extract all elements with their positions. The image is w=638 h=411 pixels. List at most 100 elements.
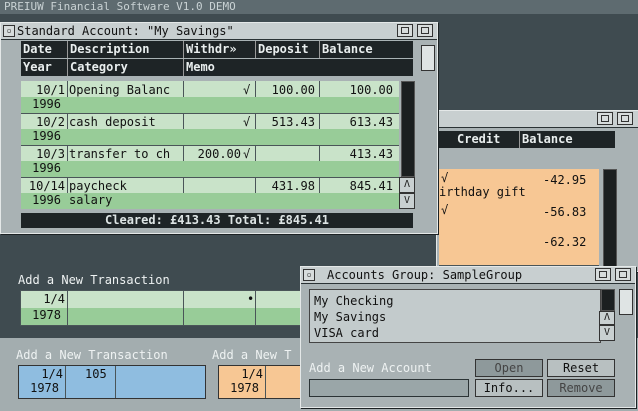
column-header-row-2: Year Category Memo — [21, 59, 413, 76]
column-category: Category — [67, 59, 186, 76]
accounts-group-window[interactable]: ▫ Accounts Group: SampleGroup My Checkin… — [300, 266, 636, 408]
new-number[interactable]: 105 — [85, 367, 107, 381]
info-button[interactable]: Info... — [475, 379, 543, 397]
zoom-gadget-icon[interactable] — [397, 24, 413, 37]
zoom-gadget-icon[interactable] — [597, 112, 613, 125]
row-balance: 845.41 — [349, 179, 393, 193]
table-row[interactable]: 10/3 1996 transfer to ch 200.00 √ 413.43 — [21, 145, 399, 178]
column-description: Description — [67, 41, 186, 58]
depth-gadget-icon[interactable] — [617, 112, 633, 125]
row-description: Opening Balanc — [69, 83, 171, 97]
list-item[interactable]: VISA card — [314, 326, 379, 340]
depth-gadget-icon[interactable] — [615, 268, 631, 281]
account-list[interactable]: My Checking My Savings VISA card — [309, 289, 601, 343]
new-transaction-row[interactable]: 1/4 1978 105 — [18, 365, 206, 399]
column-balance: Balance — [519, 131, 612, 148]
column-deposit: Deposit — [255, 41, 322, 58]
row-balance: 413.43 — [349, 147, 393, 161]
row-date: 10/1 — [36, 83, 65, 97]
new-transaction-label: Add a New T — [212, 348, 292, 362]
column-memo: Memo — [183, 59, 386, 76]
side-gadget-icon[interactable] — [421, 45, 435, 71]
scroll-down-arrow-icon[interactable]: V — [599, 325, 615, 341]
column-withdrawal[interactable]: Withdr» — [183, 41, 256, 58]
new-transaction-label: Add a New Transaction — [16, 348, 168, 362]
column-credit: Credit — [457, 132, 501, 146]
new-year[interactable]: 1978 — [19, 381, 59, 395]
row-deposit: 100.00 — [271, 83, 315, 97]
row-check[interactable]: √ — [243, 83, 250, 97]
new-year[interactable]: 1978 — [21, 308, 61, 322]
window-title: Accounts Group: SampleGroup — [327, 268, 523, 282]
account-window[interactable]: ▫ Standard Account: "My Savings" Date De… — [0, 22, 438, 234]
credit-header: Credit Balance — [439, 131, 615, 148]
list-item[interactable]: √ irthday gift -42.95 — [439, 169, 599, 202]
close-icon[interactable]: ▫ — [303, 269, 315, 281]
list-item[interactable]: √ -56.83 — [439, 201, 599, 234]
row-year: 1996 — [32, 193, 61, 207]
column-date: Date — [23, 42, 52, 56]
row-balance: 613.43 — [349, 115, 393, 129]
credit-scrollbar[interactable] — [603, 169, 617, 269]
row-year: 1996 — [32, 161, 61, 175]
depth-gadget-icon[interactable] — [417, 24, 433, 37]
row-check[interactable]: √ — [441, 203, 448, 217]
row-balance: -62.32 — [543, 235, 587, 249]
row-date: 10/14 — [28, 179, 65, 193]
column-header-row-1: Date Description Withdr» Deposit Balance — [21, 41, 413, 58]
totals-bar: Cleared: £413.43 Total: £845.41 — [21, 213, 413, 228]
row-balance: 100.00 — [349, 83, 393, 97]
new-transaction-row[interactable]: 1/4 1978 • — [20, 290, 306, 326]
transaction-scrollbar[interactable] — [401, 81, 415, 177]
table-row[interactable]: 10/14 1996 paycheck salary 431.98 845.41 — [21, 177, 399, 209]
reset-button[interactable]: Reset — [547, 359, 615, 377]
zoom-gadget-icon[interactable] — [595, 268, 611, 281]
group-window-titlebar[interactable]: ▫ Accounts Group: SampleGroup — [301, 267, 635, 284]
row-category: salary — [69, 193, 113, 207]
column-year: Year — [23, 60, 52, 74]
new-year[interactable]: 1978 — [219, 381, 259, 395]
row-deposit: 513.43 — [271, 115, 315, 129]
row-description: transfer to ch — [69, 147, 171, 161]
window-title: Standard Account: "My Savings" — [17, 24, 234, 38]
list-item[interactable]: -62.32 — [439, 233, 599, 266]
new-check-box[interactable]: • — [247, 292, 254, 306]
table-row[interactable]: 10/1 1996 Opening Balanc √ 100.00 100.00 — [21, 81, 399, 114]
account-scrollbar[interactable] — [601, 289, 615, 311]
side-gadget-icon[interactable] — [619, 289, 633, 315]
screen-title: PREIUW Financial Software V1.0 DEMO — [4, 0, 236, 13]
account-window-titlebar[interactable]: ▫ Standard Account: "My Savings" — [1, 23, 437, 40]
open-button[interactable]: Open — [475, 359, 543, 377]
row-date: 10/2 — [36, 115, 65, 129]
add-account-label: Add a New Account — [309, 361, 432, 375]
scroll-down-arrow-icon[interactable]: V — [399, 193, 415, 209]
scroll-up-arrow-icon[interactable]: Λ — [399, 177, 415, 193]
row-withdrawal: 200.00 — [197, 147, 241, 161]
row-check[interactable]: √ — [441, 171, 448, 185]
credit-window-titlebar[interactable] — [437, 111, 638, 128]
transaction-list[interactable]: 10/1 1996 Opening Balanc √ 100.00 100.00… — [21, 81, 399, 209]
new-transaction-row[interactable]: 1/4 1978 — [218, 365, 310, 399]
table-row[interactable]: 10/2 1996 cash deposit √ 513.43 613.43 — [21, 113, 399, 146]
remove-button[interactable]: Remove — [547, 379, 615, 397]
row-check[interactable]: √ — [243, 115, 250, 129]
screen-title-bar: PREIUW Financial Software V1.0 DEMO — [0, 0, 638, 14]
list-item[interactable]: My Checking — [314, 294, 393, 308]
new-date[interactable]: 1/4 — [19, 367, 63, 381]
credit-window[interactable]: Credit Balance √ irthday gift -42.95 √ -… — [436, 110, 638, 272]
row-check[interactable]: √ — [243, 147, 250, 161]
row-deposit: 431.98 — [271, 179, 315, 193]
new-date[interactable]: 1/4 — [219, 367, 263, 381]
row-year: 1996 — [32, 129, 61, 143]
column-balance: Balance — [319, 41, 414, 58]
row-balance: -56.83 — [543, 205, 587, 219]
credit-list[interactable]: √ irthday gift -42.95 √ -56.83 -62.32 — [439, 169, 599, 267]
new-transaction-label: Add a New Transaction — [18, 273, 170, 287]
close-icon[interactable]: ▫ — [3, 25, 15, 37]
row-balance: -42.95 — [543, 173, 587, 187]
new-date[interactable]: 1/4 — [21, 292, 65, 306]
scroll-up-arrow-icon[interactable]: Λ — [599, 311, 615, 325]
row-description: paycheck — [69, 179, 127, 193]
new-account-input[interactable] — [309, 379, 469, 397]
list-item[interactable]: My Savings — [314, 310, 386, 324]
